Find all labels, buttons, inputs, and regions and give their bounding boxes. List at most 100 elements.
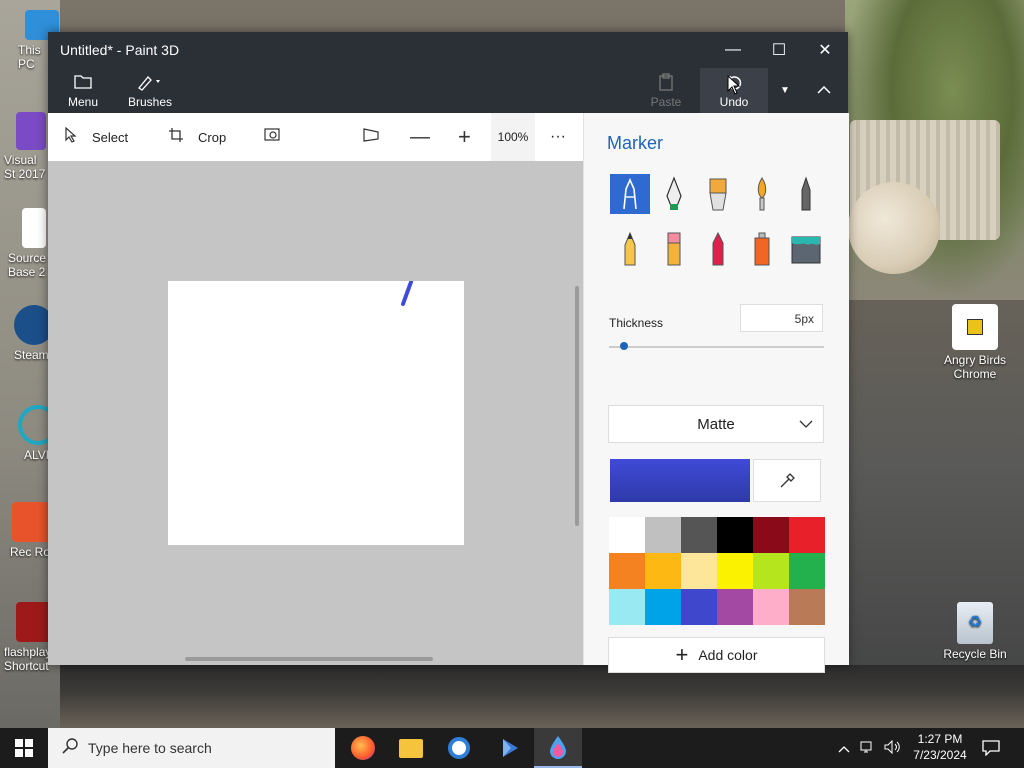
notification-center-button[interactable] bbox=[967, 728, 1015, 768]
magic-select-icon bbox=[264, 127, 282, 148]
taskbar-media-app[interactable] bbox=[486, 728, 534, 768]
brush-spray-can[interactable] bbox=[742, 229, 782, 269]
desktop-icon-alvr[interactable]: ALVR bbox=[0, 405, 58, 462]
start-button[interactable] bbox=[0, 728, 48, 768]
desktop-icon-flashplayer[interactable]: flashplay - Shortcut bbox=[0, 602, 59, 673]
thickness-input[interactable]: 5px bbox=[740, 304, 823, 332]
eyedropper-icon bbox=[780, 472, 795, 487]
paste-button[interactable]: Paste bbox=[646, 68, 686, 113]
brush-icon bbox=[136, 73, 164, 95]
notification-icon bbox=[982, 740, 1000, 756]
desktop-icon-this-pc[interactable]: This PC bbox=[0, 10, 59, 71]
brushes-button[interactable]: Brushes bbox=[126, 68, 174, 113]
color-swatch[interactable] bbox=[717, 589, 753, 625]
marker-stroke bbox=[401, 281, 413, 306]
more-options-button[interactable]: ··· bbox=[550, 113, 566, 161]
brush-oil[interactable] bbox=[698, 174, 738, 214]
folder-icon bbox=[74, 73, 92, 95]
vertical-scrollbar[interactable] bbox=[575, 286, 579, 526]
color-swatch[interactable] bbox=[789, 553, 825, 589]
horizontal-scrollbar[interactable] bbox=[185, 657, 433, 661]
magic-select-tool[interactable] bbox=[264, 113, 296, 161]
desktop-icon-recycle-bin[interactable]: ♻ Recycle Bin bbox=[940, 602, 1010, 661]
maximize-button[interactable]: ☐ bbox=[756, 32, 802, 68]
desktop-icon-visual-studio[interactable]: Visual St 2017 bbox=[0, 112, 50, 181]
color-swatch[interactable] bbox=[645, 517, 681, 553]
minimize-button[interactable]: — bbox=[710, 32, 756, 68]
color-swatch[interactable] bbox=[681, 517, 717, 553]
select-tool[interactable]: Select bbox=[64, 113, 128, 161]
color-swatch[interactable] bbox=[609, 589, 645, 625]
minus-icon: — bbox=[410, 125, 430, 148]
color-swatch[interactable] bbox=[609, 553, 645, 589]
menu-button[interactable]: Menu bbox=[60, 68, 106, 113]
brush-crayon[interactable] bbox=[698, 229, 738, 269]
finish-dropdown[interactable]: Matte bbox=[608, 405, 824, 443]
calligraphy-pen-icon bbox=[666, 176, 682, 210]
zoom-level[interactable]: 100% bbox=[491, 113, 535, 161]
brush-pixel-pen[interactable] bbox=[786, 174, 826, 214]
taskbar-file-explorer[interactable] bbox=[387, 728, 435, 768]
thickness-slider[interactable] bbox=[609, 346, 824, 348]
color-swatch[interactable] bbox=[609, 517, 645, 553]
angry-birds-icon bbox=[952, 304, 998, 350]
color-swatch[interactable] bbox=[645, 553, 681, 589]
color-swatch[interactable] bbox=[753, 589, 789, 625]
search-icon bbox=[62, 737, 78, 759]
brush-fill[interactable] bbox=[786, 229, 826, 269]
chevron-up-icon bbox=[816, 84, 832, 98]
undo-history-dropdown[interactable]: ▼ bbox=[770, 68, 800, 113]
color-swatch[interactable] bbox=[717, 517, 753, 553]
zoom-out-button[interactable]: — bbox=[410, 113, 444, 161]
brush-marker[interactable] bbox=[610, 174, 650, 214]
flash-icon bbox=[16, 602, 52, 642]
canvas-toolbar: Select Crop — + 100% ··· bbox=[48, 113, 583, 161]
brush-watercolor[interactable] bbox=[742, 174, 782, 214]
drawing-canvas[interactable] bbox=[168, 281, 464, 545]
current-color-swatch[interactable] bbox=[610, 459, 750, 502]
taskbar-search-box[interactable]: Type here to search bbox=[48, 728, 335, 768]
network-icon[interactable] bbox=[860, 740, 876, 757]
color-swatch[interactable] bbox=[645, 589, 681, 625]
add-color-button[interactable]: + Add color bbox=[608, 637, 825, 673]
wallpaper-desk bbox=[60, 665, 1024, 730]
color-swatch[interactable] bbox=[717, 553, 753, 589]
pixel-pen-icon bbox=[801, 176, 811, 211]
view-3d-button[interactable] bbox=[362, 113, 394, 161]
document-icon bbox=[22, 208, 46, 248]
canvas-workspace[interactable] bbox=[48, 161, 583, 665]
color-swatch[interactable] bbox=[789, 589, 825, 625]
color-swatch[interactable] bbox=[681, 589, 717, 625]
watercolor-icon bbox=[757, 177, 767, 211]
chevron-up-icon[interactable] bbox=[838, 741, 850, 756]
color-swatch[interactable] bbox=[753, 553, 789, 589]
desktop-icon-rec-room[interactable]: Rec Ro bbox=[0, 502, 52, 559]
zoom-in-button[interactable]: + bbox=[458, 113, 485, 161]
taskbar-paint3d[interactable] bbox=[534, 728, 582, 768]
crop-tool[interactable]: Crop bbox=[168, 113, 226, 161]
color-swatch[interactable] bbox=[753, 517, 789, 553]
brush-calligraphy-pen[interactable] bbox=[654, 174, 694, 214]
recycle-bin-icon: ♻ bbox=[957, 602, 993, 644]
eyedropper-button[interactable] bbox=[753, 459, 821, 502]
taskbar-chrome[interactable] bbox=[435, 728, 483, 768]
thickness-slider-handle[interactable] bbox=[619, 342, 628, 350]
brush-pencil[interactable] bbox=[610, 229, 650, 269]
spray-can-icon bbox=[754, 232, 770, 266]
crop-icon bbox=[168, 127, 184, 148]
close-button[interactable]: ✕ bbox=[802, 32, 848, 68]
color-swatch[interactable] bbox=[789, 517, 825, 553]
collapse-ribbon-button[interactable] bbox=[806, 68, 842, 113]
cursor-arrow-icon bbox=[64, 126, 78, 148]
crayon-icon bbox=[712, 231, 724, 266]
panel-title: Marker bbox=[607, 133, 664, 153]
brush-eraser[interactable] bbox=[654, 229, 694, 269]
desktop-icon-steam-vr[interactable]: Steam bbox=[0, 305, 54, 362]
desktop-icon-angry-birds[interactable]: Angry Birds Chrome bbox=[940, 304, 1010, 381]
desktop-icon-source-base[interactable]: Source Base 2 bbox=[0, 208, 50, 279]
browser-icon bbox=[448, 737, 470, 759]
taskbar-firefox[interactable] bbox=[339, 728, 387, 768]
thickness-label: Thickness bbox=[609, 316, 664, 330]
color-swatch[interactable] bbox=[681, 553, 717, 589]
mouse-cursor-icon bbox=[727, 75, 741, 95]
